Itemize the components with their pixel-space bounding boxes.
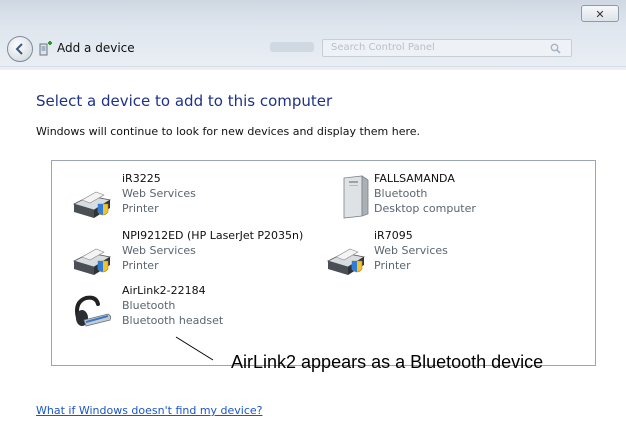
help-link[interactable]: What if Windows doesn't find my device?: [36, 404, 263, 417]
annotation-caption: AirLink2 appears as a Bluetooth device: [231, 352, 544, 372]
